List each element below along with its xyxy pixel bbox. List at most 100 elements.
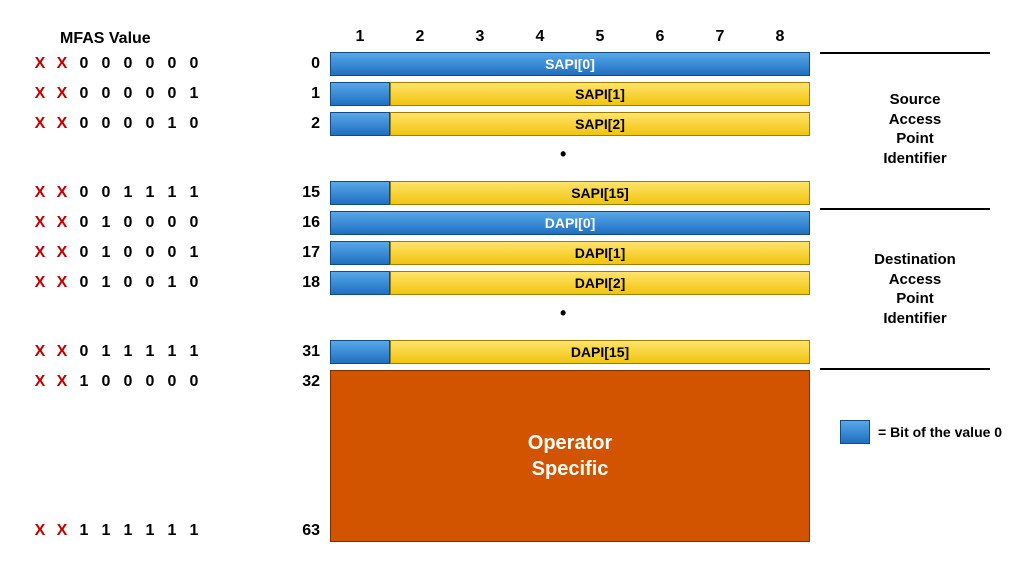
mfas-bit: 1 bbox=[78, 373, 90, 391]
legend-swatch-blue bbox=[840, 420, 870, 444]
mfas-bit: 1 bbox=[144, 343, 156, 361]
mfas-bit: 1 bbox=[188, 85, 200, 103]
mfas-bit-x: X bbox=[34, 184, 46, 202]
row-sapi-15: SAPI[15] bbox=[330, 181, 810, 205]
mfas-bit-x: X bbox=[34, 522, 46, 540]
row-number: 32 bbox=[290, 373, 320, 391]
bit0-stub bbox=[330, 112, 390, 136]
bit0-stub bbox=[330, 181, 390, 205]
sapi2-bar: SAPI[2] bbox=[390, 112, 810, 136]
mfas-bit: 0 bbox=[78, 55, 90, 73]
mfas-bit: 1 bbox=[78, 522, 90, 540]
mfas-row: XX001111 bbox=[34, 184, 200, 202]
row-number: 31 bbox=[290, 343, 320, 361]
dapi0-bar: DAPI[0] bbox=[330, 211, 810, 235]
mfas-bit: 1 bbox=[122, 522, 134, 540]
mfas-header: MFAS Value bbox=[60, 30, 151, 48]
dapi2-bar: DAPI[2] bbox=[390, 271, 810, 295]
mfas-bit-x: X bbox=[34, 343, 46, 361]
row-number: 2 bbox=[290, 115, 320, 133]
mfas-bit: 1 bbox=[188, 184, 200, 202]
row-sapi-1: SAPI[1] bbox=[330, 82, 810, 106]
sapi0-bar: SAPI[0] bbox=[330, 52, 810, 76]
column-number: 3 bbox=[450, 28, 510, 46]
column-number: 7 bbox=[690, 28, 750, 46]
mfas-bit: 0 bbox=[100, 115, 112, 133]
mfas-bit-x: X bbox=[56, 214, 68, 232]
mfas-bit-x: X bbox=[56, 274, 68, 292]
mfas-bit-x: X bbox=[34, 274, 46, 292]
column-number: 5 bbox=[570, 28, 630, 46]
mfas-bit-x: X bbox=[56, 85, 68, 103]
mfas-bit: 0 bbox=[100, 85, 112, 103]
rule-mid bbox=[820, 208, 990, 210]
rule-top bbox=[820, 52, 990, 54]
row-number: 15 bbox=[290, 184, 320, 202]
column-number: 6 bbox=[630, 28, 690, 46]
legend: = Bit of the value 0 bbox=[840, 420, 1002, 444]
mfas-bit: 0 bbox=[188, 214, 200, 232]
mfas-bit: 0 bbox=[188, 55, 200, 73]
mfas-row: XX010010 bbox=[34, 274, 200, 292]
mfas-bit: 0 bbox=[78, 85, 90, 103]
row-sapi-0: SAPI[0] bbox=[330, 52, 810, 76]
row-number: 0 bbox=[290, 55, 320, 73]
mfas-bit: 0 bbox=[122, 115, 134, 133]
mfas-row: XX111111 bbox=[34, 522, 200, 540]
mfas-bit-x: X bbox=[34, 244, 46, 262]
mfas-bit: 1 bbox=[100, 522, 112, 540]
mfas-bit: 0 bbox=[122, 373, 134, 391]
mfas-bit: 0 bbox=[122, 214, 134, 232]
mfas-bit: 0 bbox=[144, 85, 156, 103]
mfas-bit: 1 bbox=[100, 274, 112, 292]
row-dapi-15: DAPI[15] bbox=[330, 340, 810, 364]
mfas-bit: 0 bbox=[166, 214, 178, 232]
mfas-bit-x: X bbox=[56, 522, 68, 540]
mfas-bit: 1 bbox=[166, 274, 178, 292]
mfas-bit: 0 bbox=[122, 274, 134, 292]
mfas-bit-x: X bbox=[34, 85, 46, 103]
mfas-bit: 0 bbox=[144, 244, 156, 262]
diagram-root: MFAS Value XX000000XX000001XX000010XX001… bbox=[0, 0, 1024, 576]
mfas-bit: 1 bbox=[166, 343, 178, 361]
mfas-bit: 1 bbox=[144, 522, 156, 540]
mfas-bit: 1 bbox=[122, 184, 134, 202]
bit0-stub bbox=[330, 241, 390, 265]
mfas-bit: 0 bbox=[166, 244, 178, 262]
mfas-bit: 1 bbox=[166, 115, 178, 133]
mfas-bit: 1 bbox=[166, 184, 178, 202]
mfas-bit: 0 bbox=[122, 244, 134, 262]
mfas-bit: 0 bbox=[122, 85, 134, 103]
mfas-bit: 1 bbox=[100, 343, 112, 361]
mfas-bit: 0 bbox=[188, 274, 200, 292]
mfas-bit: 0 bbox=[100, 184, 112, 202]
row-number: 16 bbox=[290, 214, 320, 232]
sapi15-bar: SAPI[15] bbox=[390, 181, 810, 205]
mfas-bit-x: X bbox=[34, 115, 46, 133]
label-dapi: DestinationAccessPointIdentifier bbox=[840, 250, 990, 328]
row-dapi-1: DAPI[1] bbox=[330, 241, 810, 265]
mfas-bit: 1 bbox=[188, 522, 200, 540]
mfas-bit-x: X bbox=[56, 373, 68, 391]
mfas-row: XX010001 bbox=[34, 244, 200, 262]
row-number: 17 bbox=[290, 244, 320, 262]
dapi1-bar: DAPI[1] bbox=[390, 241, 810, 265]
mfas-row: XX011111 bbox=[34, 343, 200, 361]
column-number: 8 bbox=[750, 28, 810, 46]
column-number: 2 bbox=[390, 28, 450, 46]
mfas-bit: 1 bbox=[144, 184, 156, 202]
mfas-row: XX000010 bbox=[34, 115, 200, 133]
mfas-bit: 0 bbox=[78, 214, 90, 232]
operator-specific-block: OperatorSpecific bbox=[330, 370, 810, 542]
mfas-bit: 0 bbox=[144, 214, 156, 232]
mfas-row: XX000000 bbox=[34, 55, 200, 73]
mfas-row: XX010000 bbox=[34, 214, 200, 232]
row-number: 63 bbox=[290, 522, 320, 540]
mfas-row: XX000001 bbox=[34, 85, 200, 103]
mfas-bit: 0 bbox=[144, 373, 156, 391]
mfas-bit: 0 bbox=[78, 115, 90, 133]
row-number: 18 bbox=[290, 274, 320, 292]
mfas-bit-x: X bbox=[56, 55, 68, 73]
mfas-bit: 0 bbox=[166, 85, 178, 103]
mfas-bit: 1 bbox=[122, 343, 134, 361]
